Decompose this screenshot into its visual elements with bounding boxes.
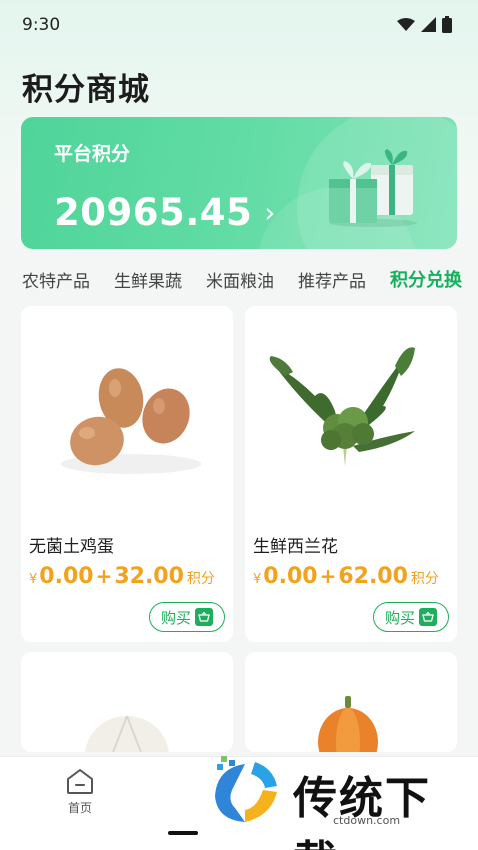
- price-currency: ¥: [29, 572, 38, 587]
- price-currency: ¥: [253, 572, 262, 587]
- buy-button[interactable]: 购买: [149, 602, 225, 632]
- page-title: 积分商城: [22, 72, 150, 108]
- status-icons: [397, 16, 452, 33]
- price-plus: +: [319, 564, 337, 588]
- home-icon: [67, 769, 93, 794]
- product-image-broccoli: [269, 347, 415, 466]
- home-indicator: [168, 831, 198, 835]
- price-points-unit: 积分: [410, 571, 439, 587]
- watermark: 传统下载 ctdown.com: [205, 756, 465, 850]
- product-name: 无菌土鸡蛋: [29, 537, 114, 557]
- nav-home[interactable]: 首页: [60, 767, 100, 816]
- watermark-text: 传统下载: [293, 773, 431, 850]
- price-points-unit: 积分: [186, 571, 215, 587]
- watermark-url: ctdown.com: [333, 814, 401, 827]
- signal-icon: [421, 17, 436, 32]
- cart-icon: [195, 608, 213, 626]
- product-price: ¥ 0.00 + 32.00 积分: [29, 564, 215, 589]
- tab-agri-products[interactable]: 农特产品: [22, 267, 90, 292]
- product-image-pumpkin: [318, 696, 378, 752]
- tab-points-exchange[interactable]: 积分兑换: [390, 266, 462, 292]
- points-value-row[interactable]: 20965.45 ›: [54, 191, 275, 234]
- price-points: 62.00: [338, 564, 408, 589]
- price-amount: 0.00: [39, 564, 94, 589]
- buy-button-label: 购买: [160, 608, 191, 627]
- points-value: 20965.45: [54, 191, 253, 234]
- product-card[interactable]: 无菌土鸡蛋 ¥ 0.00 + 32.00 积分 购买: [21, 306, 233, 642]
- gift-box-image: [329, 149, 417, 227]
- chevron-right-icon[interactable]: ›: [264, 196, 275, 229]
- tab-recommended[interactable]: 推荐产品: [298, 267, 366, 292]
- wifi-icon: [397, 17, 415, 31]
- product-price: ¥ 0.00 + 62.00 积分: [253, 564, 439, 589]
- product-image-garlic: [85, 715, 169, 752]
- status-time: 9:30: [22, 15, 61, 35]
- battery-icon: [442, 16, 452, 33]
- tab-fresh-produce[interactable]: 生鲜果蔬: [114, 267, 182, 292]
- price-plus: +: [95, 564, 113, 588]
- cart-icon: [419, 608, 437, 626]
- points-label: 平台积分: [54, 143, 131, 165]
- tab-grain-oil[interactable]: 米面粮油: [206, 267, 274, 292]
- watermark-logo: [215, 756, 277, 822]
- product-card[interactable]: 生鲜西兰花 ¥ 0.00 + 62.00 积分 购买: [245, 306, 457, 642]
- product-card[interactable]: [245, 652, 457, 752]
- buy-button-label: 购买: [384, 608, 415, 627]
- category-tabs: 农特产品 生鲜果蔬 米面粮油 推荐产品 积分兑换: [22, 266, 462, 292]
- price-points: 32.00: [114, 564, 184, 589]
- product-name: 生鲜西兰花: [253, 537, 338, 557]
- buy-button[interactable]: 购买: [373, 602, 449, 632]
- nav-home-label: 首页: [67, 801, 92, 815]
- points-card[interactable]: 平台积分 20965.45 ›: [21, 117, 457, 249]
- price-amount: 0.00: [263, 564, 318, 589]
- status-bar: 9:30: [0, 0, 478, 52]
- product-card[interactable]: [21, 652, 233, 752]
- product-image-eggs: [61, 368, 201, 474]
